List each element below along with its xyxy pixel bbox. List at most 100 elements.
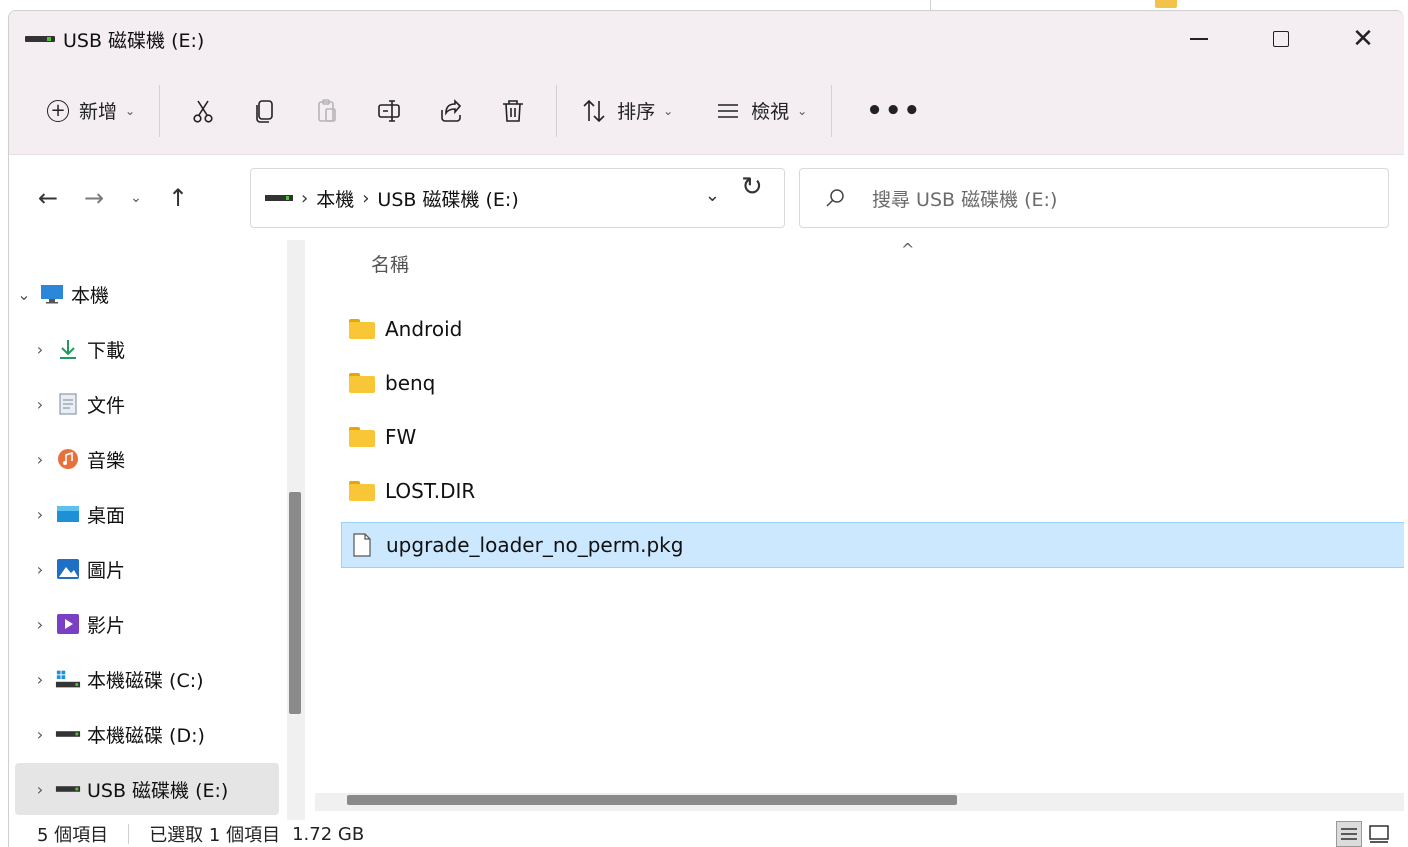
nav-item-label: 桌面 xyxy=(87,504,126,527)
chevron-right-icon[interactable]: › xyxy=(25,615,55,634)
tiles-view-button[interactable] xyxy=(1366,821,1392,847)
nav-item-drive-d[interactable]: › 本機磁碟 (D:) xyxy=(9,708,281,760)
minimize-icon xyxy=(1190,38,1208,40)
chevron-right-icon[interactable]: › xyxy=(25,340,55,359)
list-item[interactable]: LOST.DIR xyxy=(341,468,1404,514)
tiles-view-icon xyxy=(1369,825,1389,843)
chevron-right-icon[interactable]: › xyxy=(25,670,55,689)
copy-button[interactable] xyxy=(234,85,296,137)
nav-item-drive-c[interactable]: › 本機磁碟 (C:) xyxy=(9,653,281,705)
nav-item-downloads[interactable]: › 下載 xyxy=(9,323,281,375)
nav-item-documents[interactable]: › 文件 xyxy=(9,378,281,430)
nav-item-desktop[interactable]: › 桌面 xyxy=(9,488,281,540)
chevron-right-icon[interactable]: › xyxy=(25,450,55,469)
new-button[interactable]: + 新增 ⌄ xyxy=(35,85,147,137)
rename-icon xyxy=(378,99,400,122)
status-bar: 5 個項目 已選取 1 個項目 1.72 GB xyxy=(9,820,1404,847)
horizontal-scrollbar-thumb[interactable] xyxy=(347,795,957,805)
nav-item-this-pc[interactable]: ⌄ 本機 xyxy=(9,268,281,320)
nav-item-videos[interactable]: › 影片 xyxy=(9,598,281,650)
windows-drive-icon xyxy=(55,668,81,690)
nav-item-music[interactable]: › 音樂 xyxy=(9,433,281,485)
more-options-button[interactable]: ••• xyxy=(854,85,934,137)
delete-button[interactable] xyxy=(482,85,544,137)
chevron-down-icon[interactable]: ⌄ xyxy=(9,285,39,304)
window-title: USB 磁碟機 (E:) xyxy=(63,29,205,52)
nav-scrollbar-thumb[interactable] xyxy=(289,492,301,714)
command-bar: + 新增 ⌄ 排序 ⌄ 檢視 ⌄ ••• xyxy=(9,67,1404,155)
nav-item-label: 影片 xyxy=(87,614,126,637)
column-header-name[interactable]: 名稱 xyxy=(371,250,409,277)
title-bar: USB 磁碟機 (E:) ✕ xyxy=(9,11,1404,67)
up-button[interactable]: ↑ xyxy=(155,175,201,221)
sort-button[interactable]: 排序 ⌄ xyxy=(569,85,685,137)
cut-button[interactable] xyxy=(172,85,234,137)
desktop-divider xyxy=(930,0,931,10)
chevron-right-icon[interactable]: › xyxy=(25,780,55,799)
folder-icon xyxy=(349,373,375,393)
sort-ascending-icon: ^ xyxy=(901,240,915,259)
back-button[interactable]: ← xyxy=(25,175,71,221)
chevron-down-icon: ⌄ xyxy=(130,190,142,206)
folder-icon xyxy=(349,427,375,447)
chevron-right-icon[interactable]: › xyxy=(25,560,55,579)
nav-item-pictures[interactable]: › 圖片 xyxy=(9,543,281,595)
forward-button[interactable]: → xyxy=(71,175,117,221)
paste-icon xyxy=(318,98,336,122)
folder-icon xyxy=(349,319,375,339)
view-button[interactable]: 檢視 ⌄ xyxy=(703,85,819,137)
nav-item-label: 本機磁碟 (D:) xyxy=(87,724,205,747)
minimize-button[interactable] xyxy=(1158,11,1240,67)
drive-icon xyxy=(55,723,81,745)
chevron-down-icon: ⌄ xyxy=(125,103,136,118)
paste-button[interactable] xyxy=(296,85,358,137)
list-item-selected[interactable]: upgrade_loader_no_perm.pkg xyxy=(341,522,1404,568)
chevron-down-icon: ⌄ xyxy=(663,103,674,118)
chevron-right-icon[interactable]: › xyxy=(25,725,55,744)
list-item[interactable]: FW xyxy=(341,414,1404,460)
nav-item-label: 本機 xyxy=(71,284,110,307)
selection-count: 已選取 1 個項目 xyxy=(149,825,281,846)
refresh-button[interactable]: ↻ xyxy=(741,172,763,202)
maximize-button[interactable] xyxy=(1240,11,1322,67)
copy-icon xyxy=(256,99,273,123)
rename-button[interactable] xyxy=(358,85,420,137)
details-view-button[interactable] xyxy=(1336,821,1362,847)
desktop-background xyxy=(0,0,1408,10)
desktop-icon xyxy=(55,503,81,525)
cut-icon xyxy=(193,100,213,123)
videos-icon xyxy=(55,613,81,635)
search-box[interactable]: 搜尋 USB 磁碟機 (E:) xyxy=(799,168,1389,228)
list-item[interactable]: Android xyxy=(341,306,1404,352)
arrow-left-icon: ← xyxy=(37,184,59,212)
file-name: Android xyxy=(385,317,463,341)
chevron-right-icon[interactable]: › xyxy=(25,505,55,524)
nav-item-label: USB 磁碟機 (E:) xyxy=(87,779,229,802)
list-item[interactable]: benq xyxy=(341,360,1404,406)
share-button[interactable] xyxy=(420,85,482,137)
recent-locations-button[interactable]: ⌄ xyxy=(117,175,155,221)
computer-icon xyxy=(39,283,65,305)
nav-item-usb-drive-e[interactable]: › USB 磁碟機 (E:) xyxy=(15,763,279,815)
navigation-pane: ⌄ 本機 › 下載 › 文件 › 音樂 › 桌面 › 圖片 › 影片 › 本機磁… xyxy=(9,240,305,820)
nav-item-label: 下載 xyxy=(87,339,126,362)
file-name: FW xyxy=(385,425,417,449)
breadcrumb-this-pc[interactable]: 本機 xyxy=(316,185,354,212)
file-name: upgrade_loader_no_perm.pkg xyxy=(386,533,684,557)
arrow-right-icon: → xyxy=(83,184,105,212)
maximize-icon xyxy=(1273,31,1289,47)
file-explorer-window: USB 磁碟機 (E:) ✕ + 新增 ⌄ 排序 ⌄ 檢視 ⌄ ••• ← → … xyxy=(8,10,1404,847)
search-input[interactable]: 搜尋 USB 磁碟機 (E:) xyxy=(872,185,1057,212)
close-button[interactable]: ✕ xyxy=(1322,11,1404,67)
address-dropdown-icon[interactable]: ⌄ xyxy=(705,185,720,206)
nav-item-label: 音樂 xyxy=(87,449,126,472)
desktop-folder-icon xyxy=(1155,0,1177,8)
address-bar[interactable]: › 本機 › USB 磁碟機 (E:) ⌄ xyxy=(250,168,785,228)
chevron-right-icon[interactable]: › xyxy=(25,395,55,414)
trash-icon xyxy=(503,99,524,122)
view-list-icon xyxy=(718,103,739,118)
selection-size: 1.72 GB xyxy=(292,823,365,845)
file-icon xyxy=(353,533,371,557)
breadcrumb-usb-drive[interactable]: USB 磁碟機 (E:) xyxy=(377,185,518,212)
view-label: 檢視 xyxy=(751,101,790,123)
